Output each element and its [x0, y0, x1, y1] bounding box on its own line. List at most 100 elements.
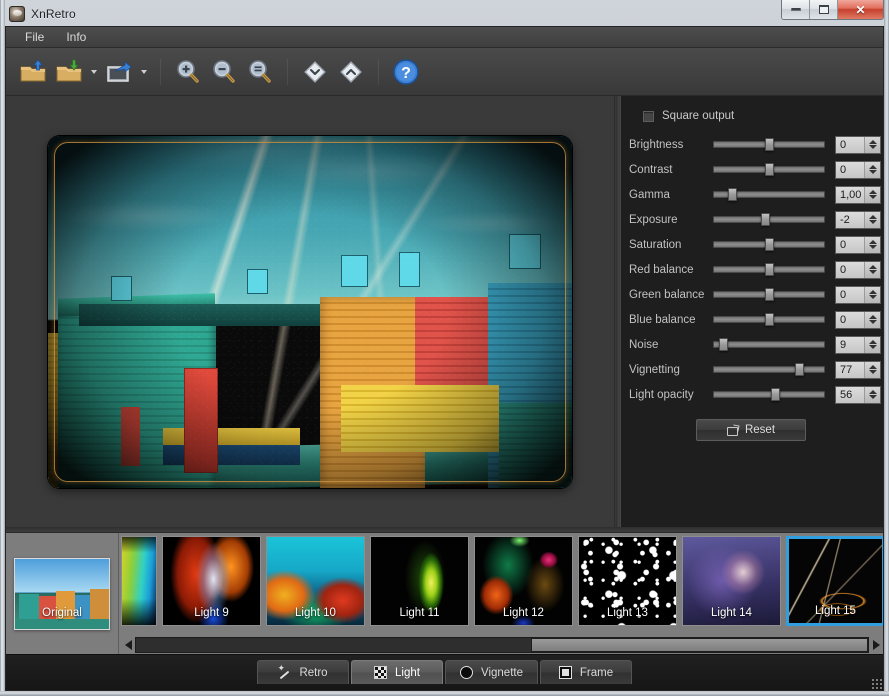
export-button[interactable]	[102, 55, 136, 89]
slider-thumb[interactable]	[795, 363, 804, 376]
slider-thumb[interactable]	[765, 163, 774, 176]
spinner-value[interactable]: 0	[836, 262, 864, 278]
zoom-out-button[interactable]	[207, 55, 241, 89]
spinner-arrows[interactable]	[864, 187, 880, 203]
spinner-value[interactable]: 77	[836, 362, 864, 378]
title-bar[interactable]: XnRetro ✕	[5, 1, 884, 26]
brightness-slider[interactable]	[713, 136, 825, 154]
vignetting-spinner[interactable]: 77	[835, 361, 881, 379]
square-output-checkbox[interactable]	[643, 111, 654, 122]
noise-spinner[interactable]: 9	[835, 336, 881, 354]
spinner-value[interactable]: -2	[836, 212, 864, 228]
slider-thumb[interactable]	[719, 338, 728, 351]
rotate-right-button[interactable]	[334, 55, 368, 89]
filmstrip-scrollbar[interactable]	[121, 636, 883, 654]
spinner-value[interactable]: 9	[836, 337, 864, 353]
spinner-arrows[interactable]	[864, 137, 880, 153]
scrollbar-track[interactable]	[135, 637, 869, 653]
slider-thumb[interactable]	[765, 313, 774, 326]
zoom-in-button[interactable]	[171, 55, 205, 89]
tab-light[interactable]: Light	[351, 660, 443, 684]
slider-thumb[interactable]	[761, 213, 770, 226]
red-balance-spinner[interactable]: 0	[835, 261, 881, 279]
gamma-spinner[interactable]: 1,00	[835, 186, 881, 204]
spinner-value[interactable]: 1,00	[836, 187, 864, 203]
contrast-slider[interactable]	[713, 161, 825, 179]
minimize-button[interactable]	[782, 0, 810, 19]
save-dropdown-caret[interactable]	[88, 55, 100, 89]
noise-slider[interactable]	[713, 336, 825, 354]
thumbnail-light-8-partial[interactable]	[121, 536, 157, 626]
original-thumbnail-cell[interactable]: Original	[6, 533, 119, 654]
spinner-arrows[interactable]	[864, 237, 880, 253]
window-controls: ✕	[781, 0, 884, 20]
zoom-fit-button[interactable]	[243, 55, 277, 89]
contrast-spinner[interactable]: 0	[835, 161, 881, 179]
preview-pane[interactable]	[6, 96, 614, 527]
spinner-arrows[interactable]	[864, 312, 880, 328]
thumbnail-light-10[interactable]: Light 10	[266, 536, 365, 626]
slider-thumb[interactable]	[771, 388, 780, 401]
thumbnail-light-14[interactable]: Light 14	[682, 536, 781, 626]
photo-preview[interactable]	[48, 136, 572, 488]
exposure-slider[interactable]	[713, 211, 825, 229]
close-button[interactable]: ✕	[838, 0, 883, 19]
menu-item-info[interactable]: Info	[57, 28, 95, 46]
original-thumbnail[interactable]: Original	[14, 558, 110, 630]
red-balance-slider[interactable]	[713, 261, 825, 279]
spinner-value[interactable]: 0	[836, 137, 864, 153]
maximize-button[interactable]	[810, 0, 838, 19]
light-opacity-slider[interactable]	[713, 386, 825, 404]
spinner-arrows[interactable]	[864, 262, 880, 278]
thumbnail-light-11[interactable]: Light 11	[370, 536, 469, 626]
spinner-arrows[interactable]	[864, 212, 880, 228]
spinner-value[interactable]: 0	[836, 287, 864, 303]
slider-thumb[interactable]	[765, 238, 774, 251]
blue-balance-slider[interactable]	[713, 311, 825, 329]
spinner-value[interactable]: 0	[836, 162, 864, 178]
spinner-value[interactable]: 56	[836, 387, 864, 403]
vignetting-slider[interactable]	[713, 361, 825, 379]
blue-balance-spinner[interactable]: 0	[835, 311, 881, 329]
panel-splitter[interactable]	[614, 96, 621, 527]
open-folder-button[interactable]	[16, 55, 50, 89]
tab-retro[interactable]: Retro	[257, 660, 349, 684]
spinner-value[interactable]: 0	[836, 312, 864, 328]
brightness-spinner[interactable]: 0	[835, 136, 881, 154]
slider-thumb[interactable]	[765, 263, 774, 276]
spinner-value[interactable]: 0	[836, 237, 864, 253]
spinner-arrows[interactable]	[864, 162, 880, 178]
slider-thumb[interactable]	[765, 138, 774, 151]
spinner-arrows[interactable]	[864, 387, 880, 403]
reset-button[interactable]: Reset	[696, 419, 806, 441]
saturation-slider[interactable]	[713, 236, 825, 254]
save-folder-button[interactable]	[52, 55, 86, 89]
export-dropdown-caret[interactable]	[138, 55, 150, 89]
square-output-label: Square output	[662, 110, 734, 122]
spinner-arrows[interactable]	[864, 337, 880, 353]
thumbnail-light-13[interactable]: Light 13	[578, 536, 677, 626]
spinner-arrows[interactable]	[864, 362, 880, 378]
green-balance-spinner[interactable]: 0	[835, 286, 881, 304]
square-output-row[interactable]: Square output	[643, 110, 873, 122]
thumbnail-light-15[interactable]: Light 15	[786, 536, 883, 626]
thumbnail-light-12[interactable]: Light 12	[474, 536, 573, 626]
rotate-left-button[interactable]	[298, 55, 332, 89]
slider-thumb[interactable]	[765, 288, 774, 301]
scroll-left-arrow-icon[interactable]	[121, 637, 135, 653]
scroll-right-arrow-icon[interactable]	[869, 637, 883, 653]
green-balance-slider[interactable]	[713, 286, 825, 304]
tab-vignette[interactable]: Vignette	[445, 660, 538, 684]
saturation-spinner[interactable]: 0	[835, 236, 881, 254]
menu-item-file[interactable]: File	[16, 28, 53, 46]
spinner-arrows[interactable]	[864, 287, 880, 303]
thumbnail-light-9[interactable]: Light 9	[162, 536, 261, 626]
gamma-slider[interactable]	[713, 186, 825, 204]
window-title: XnRetro	[31, 7, 76, 21]
slider-thumb[interactable]	[728, 188, 737, 201]
light-opacity-spinner[interactable]: 56	[835, 386, 881, 404]
help-button[interactable]: ?	[389, 55, 423, 89]
exposure-spinner[interactable]: -2	[835, 211, 881, 229]
scrollbar-thumb[interactable]	[531, 638, 868, 652]
tab-frame[interactable]: Frame	[540, 660, 632, 684]
